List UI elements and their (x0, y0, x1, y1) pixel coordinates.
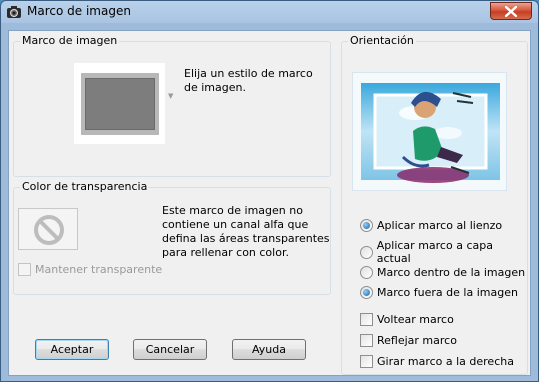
apply-to-layer-radio[interactable] (360, 245, 373, 259)
cancel-button[interactable]: Cancelar (133, 339, 207, 360)
frame-outside-option[interactable]: Marco fuera de la imagen (360, 286, 518, 299)
camera-icon (6, 4, 22, 20)
prohibited-icon (34, 215, 64, 245)
frame-outside-label: Marco fuera de la imagen (377, 286, 518, 299)
frame-group-title: Marco de imagen (20, 34, 120, 47)
frame-preview-border (81, 73, 159, 135)
orientation-group: Orientación Aplicar marco al lienzo Apli… (341, 34, 528, 375)
orientation-preview-image (352, 72, 507, 191)
close-button[interactable] (490, 2, 532, 20)
title-bar[interactable]: Marco de imagen (1, 1, 538, 23)
chevron-down-icon[interactable]: ▼ (168, 92, 173, 100)
frame-inside-option[interactable]: Marco dentro de la imagen (360, 266, 525, 279)
rotate-frame-label: Girar marco a la derecha (377, 355, 514, 368)
dialog-client-area: Marco de imagen ▼ Elija un estilo de mar… (8, 30, 531, 376)
transparency-color-swatch[interactable] (18, 208, 78, 250)
transparency-group-title: Color de transparencia (20, 180, 150, 193)
help-button[interactable]: Ayuda (232, 339, 306, 360)
mirror-frame-label: Reflejar marco (377, 334, 457, 347)
apply-to-canvas-label: Aplicar marco al lienzo (377, 219, 503, 232)
mirror-frame-option[interactable]: Reflejar marco (360, 334, 457, 347)
apply-to-canvas-option[interactable]: Aplicar marco al lienzo (360, 219, 502, 232)
frame-group: Marco de imagen ▼ Elija un estilo de mar… (13, 34, 331, 177)
transparency-group: Color de transparencia Este marco de ima… (13, 180, 331, 295)
flip-frame-option[interactable]: Voltear marco (360, 313, 454, 326)
rotate-frame-checkbox[interactable] (360, 355, 373, 368)
alpha-channel-note: Este marco de imagen no contiene un cana… (162, 204, 330, 259)
frame-style-selector[interactable] (74, 63, 165, 144)
mirror-frame-checkbox[interactable] (360, 334, 373, 347)
keep-transparent-option: Mantener transparente (18, 263, 162, 276)
flip-frame-label: Voltear marco (377, 313, 454, 326)
flip-frame-checkbox[interactable] (360, 313, 373, 326)
keep-transparent-label: Mantener transparente (35, 263, 163, 276)
ok-button[interactable]: Aceptar (35, 339, 109, 360)
window-title: Marco de imagen (27, 4, 131, 18)
orientation-group-title: Orientación (348, 34, 416, 47)
frame-inside-radio[interactable] (360, 266, 373, 279)
rotate-frame-option[interactable]: Girar marco a la derecha (360, 355, 514, 368)
apply-to-canvas-radio[interactable] (360, 219, 373, 232)
close-icon (505, 6, 517, 17)
frame-preview-image (85, 78, 155, 130)
keep-transparent-checkbox (18, 263, 31, 276)
frame-inside-label: Marco dentro de la imagen (377, 266, 526, 279)
frame-style-hint: Elija un estilo de marco de imagen. (184, 67, 313, 94)
apply-to-layer-option[interactable]: Aplicar marco a capa actual (360, 239, 527, 265)
dialog-window: Marco de imagen Marco de imagen ▼ Elija … (0, 0, 539, 382)
frame-outside-radio[interactable] (360, 286, 373, 299)
apply-to-layer-label: Aplicar marco a capa actual (376, 239, 493, 265)
